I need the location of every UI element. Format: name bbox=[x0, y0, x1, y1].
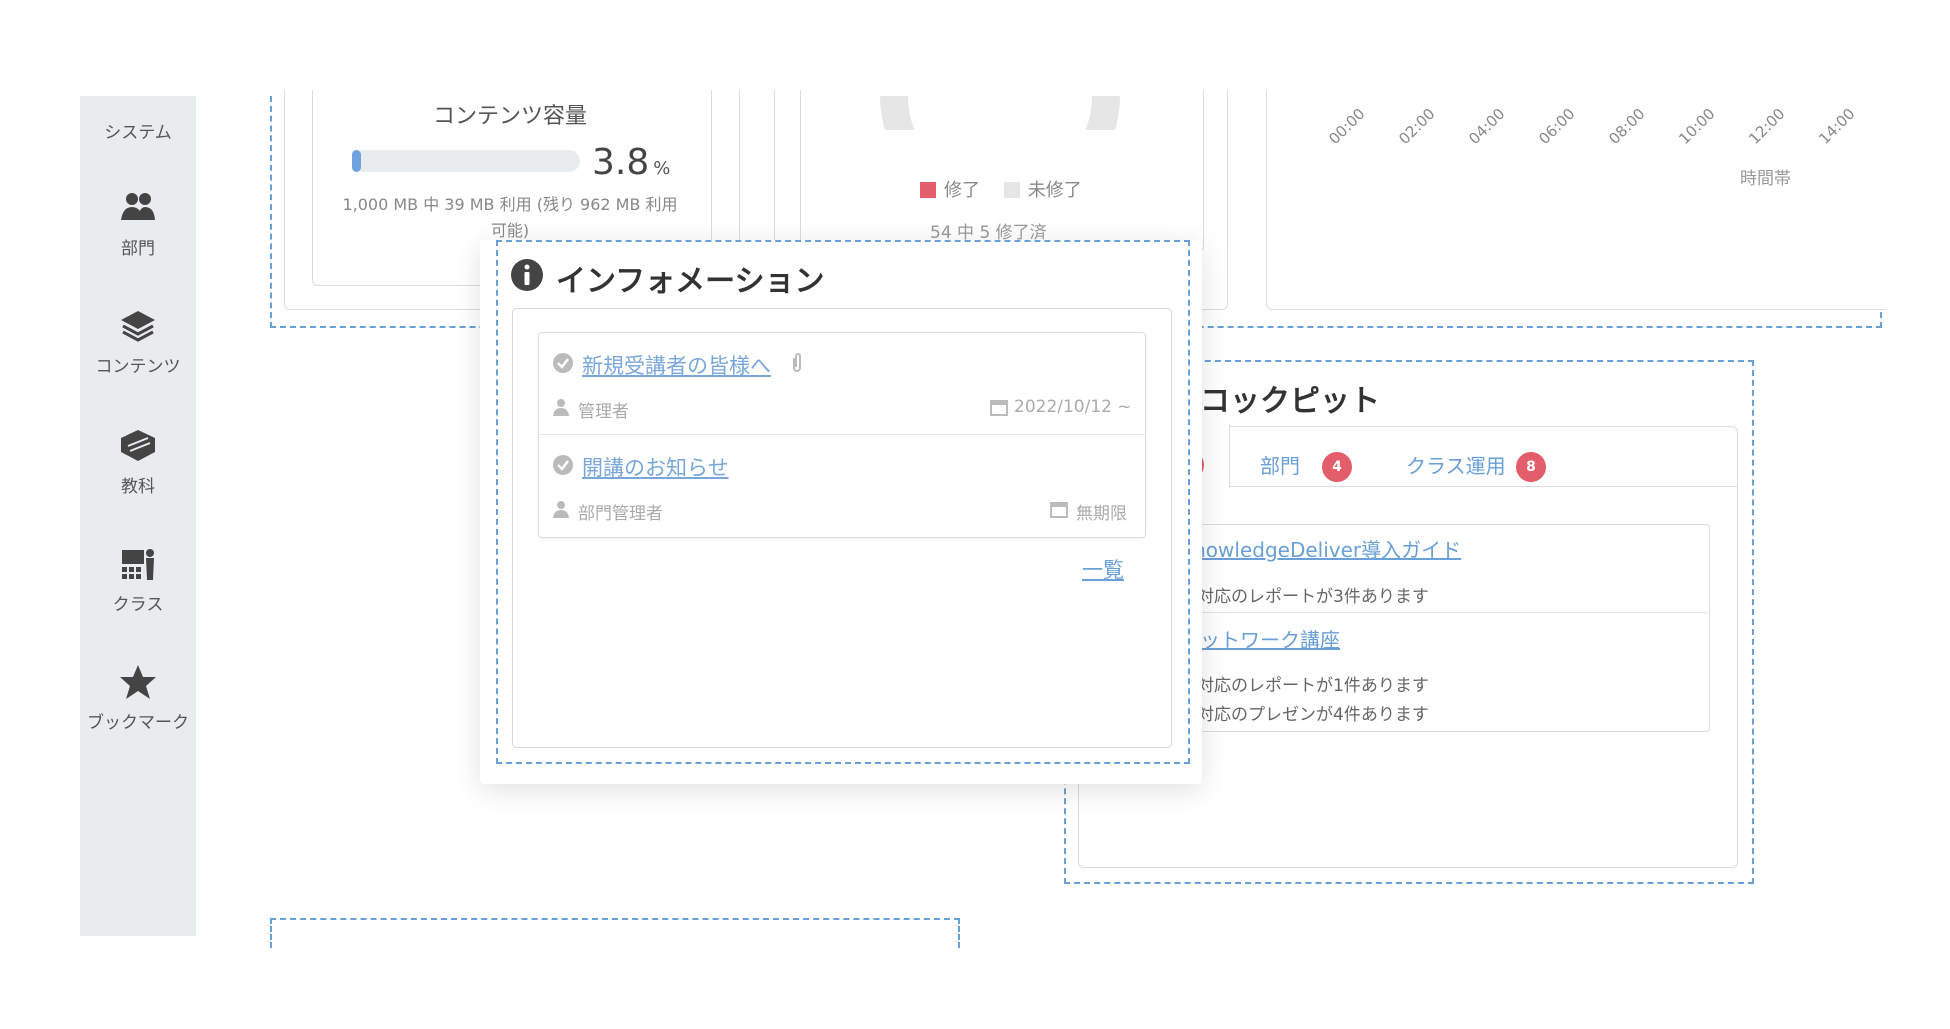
books-icon bbox=[121, 430, 155, 461]
user-icon bbox=[553, 399, 569, 416]
classroom-icon bbox=[122, 549, 154, 580]
completion-donut bbox=[880, 95, 1120, 130]
sidebar-item-label: 部門 bbox=[121, 239, 155, 259]
cockpit-item-note: 未対応のプレゼンが4件あります bbox=[1180, 705, 1429, 725]
sidebar-item-label: システム bbox=[104, 123, 172, 143]
storage-percent-value: 3.8 bbox=[592, 142, 650, 183]
tab-departments[interactable]: 部門 bbox=[1260, 450, 1300, 479]
cockpit-item-note: 未対応のレポートが1件あります bbox=[1180, 676, 1429, 696]
cockpit-list-divider bbox=[1130, 612, 1710, 613]
sidebar-item-contents[interactable]: コンテンツ bbox=[80, 306, 196, 377]
storage-detail: 1,000 MB 中 39 MB 利用 (残り 962 MB 利用 可能) bbox=[320, 192, 700, 244]
info-icon bbox=[511, 259, 543, 291]
legend-completed-label: 修了 bbox=[944, 180, 980, 201]
sidebar-item-label: コンテンツ bbox=[95, 357, 181, 377]
star-icon bbox=[120, 665, 156, 699]
notice-date: 無期限 bbox=[1076, 504, 1127, 524]
user-icon bbox=[553, 501, 569, 518]
notice-divider bbox=[538, 434, 1146, 435]
tab-badge: 8 bbox=[1516, 452, 1546, 482]
sidebar-item-label: ブックマーク bbox=[87, 713, 189, 733]
storage-progress-bar bbox=[352, 150, 580, 172]
sidebar-item-system[interactable]: システム bbox=[80, 112, 196, 143]
legend-incomplete-swatch bbox=[1003, 182, 1020, 198]
time-axis-title: 時間帯 bbox=[1740, 169, 1791, 189]
completion-legend: 修了 未修了 bbox=[920, 176, 1082, 202]
tab-badge: 4 bbox=[1322, 452, 1352, 482]
sidebar-item-departments[interactable]: 部門 bbox=[80, 188, 196, 259]
users-icon bbox=[121, 193, 155, 220]
tab-class-operations[interactable]: クラス運用 bbox=[1406, 450, 1506, 479]
notice-author: 部門管理者 bbox=[578, 504, 663, 524]
cockpit-course-link[interactable]: KnowledgeDeliver導入ガイド bbox=[1180, 534, 1461, 563]
cockpit-course-link[interactable]: ネットワーク講座 bbox=[1180, 624, 1340, 653]
bottom-widget-outline bbox=[270, 918, 960, 948]
notice-author: 管理者 bbox=[578, 402, 629, 422]
notice-title-link[interactable]: 開講のお知らせ bbox=[582, 452, 729, 482]
legend-completed-swatch bbox=[920, 182, 936, 198]
storage-detail-line: 1,000 MB 中 39 MB 利用 (残り 962 MB 利用 bbox=[342, 195, 678, 214]
sidebar-item-bookmarks[interactable]: ブックマーク bbox=[80, 662, 196, 733]
sidebar-item-label: クラス bbox=[112, 595, 164, 615]
layers-icon bbox=[121, 311, 155, 342]
check-circle-icon bbox=[553, 455, 573, 475]
paperclip-icon bbox=[793, 353, 801, 372]
calendar-icon bbox=[990, 400, 1008, 416]
storage-title: コンテンツ容量 bbox=[432, 104, 587, 129]
information-title: インフォメーション bbox=[556, 264, 825, 299]
cockpit-item-note: 未対応のレポートが3件あります bbox=[1180, 587, 1429, 607]
calendar-icon bbox=[1050, 502, 1068, 518]
donut-incomplete-segment bbox=[880, 95, 1120, 130]
notice-date: 2022/10/12 ~ bbox=[1014, 397, 1132, 417]
storage-progress-fill bbox=[352, 150, 361, 172]
sidebar-item-label: 教科 bbox=[121, 477, 155, 497]
check-circle-icon bbox=[553, 353, 573, 373]
storage-percent-unit: % bbox=[653, 158, 671, 179]
view-all-link[interactable]: 一覧 bbox=[1082, 554, 1124, 584]
sidebar-item-subjects[interactable]: 教科 bbox=[80, 426, 196, 497]
cockpit-title-text: コックピット bbox=[1200, 384, 1380, 419]
storage-percent: 3.8% bbox=[592, 142, 670, 183]
sidebar: システム 部門 コンテンツ 教科 クラス ブックマーク bbox=[80, 96, 196, 936]
notice-title-link[interactable]: 新規受講者の皆様へ bbox=[582, 350, 771, 380]
legend-incomplete-label: 未修了 bbox=[1027, 180, 1082, 201]
sidebar-item-classes[interactable]: クラス bbox=[80, 544, 196, 615]
